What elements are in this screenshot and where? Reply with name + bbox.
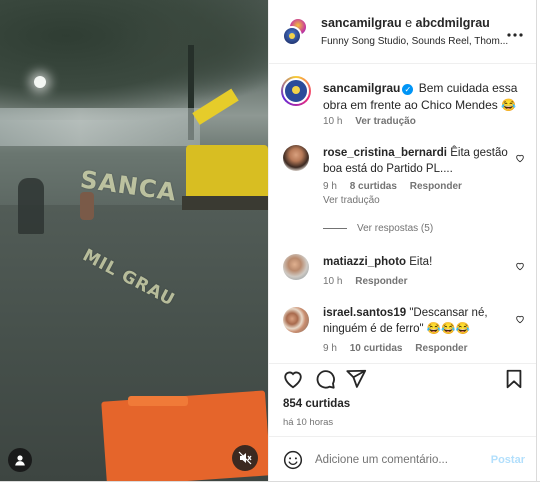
volume-muted-icon bbox=[238, 451, 252, 465]
avatar[interactable] bbox=[283, 145, 309, 171]
video-scene bbox=[34, 76, 46, 88]
more-horizontal-icon bbox=[507, 33, 523, 37]
caption-username[interactable]: sancamilgrau bbox=[323, 81, 400, 95]
heart-icon[interactable] bbox=[515, 153, 525, 163]
comment-likes[interactable]: 10 curtidas bbox=[350, 343, 403, 354]
comment-meta: 9 h 8 curtidas Responder bbox=[323, 181, 472, 192]
emoji-icon[interactable] bbox=[283, 450, 303, 470]
bookmark-icon[interactable] bbox=[503, 368, 525, 390]
avatar[interactable] bbox=[283, 254, 309, 280]
video-scene bbox=[186, 145, 268, 203]
action-bar bbox=[269, 363, 537, 391]
comment-input[interactable] bbox=[315, 449, 485, 471]
caption-meta: 10 h Ver tradução bbox=[323, 116, 416, 127]
comment-username[interactable]: matiazzi_photo bbox=[323, 256, 406, 268]
comment-text-block: rose_cristina_bernardi Êita gestão boa e… bbox=[323, 145, 511, 177]
mute-button[interactable] bbox=[232, 445, 258, 471]
audio-link[interactable]: Funny Song Studio, Sounds Reel, Thom... bbox=[321, 36, 508, 47]
post-panel: sancamilgrau e abcdmilgrau Funny Song St… bbox=[268, 0, 537, 481]
comment-likes[interactable]: 8 curtidas bbox=[350, 181, 397, 192]
comment-icon[interactable] bbox=[314, 368, 336, 390]
video-scene bbox=[0, 108, 200, 146]
share-icon[interactable] bbox=[345, 368, 367, 390]
see-translation-link[interactable]: Ver tradução bbox=[355, 116, 416, 127]
verified-badge-icon: ✓ bbox=[402, 84, 414, 95]
comment-text-block: matiazzi_photo Eita! bbox=[323, 254, 511, 270]
heart-icon[interactable] bbox=[282, 368, 304, 390]
heart-icon[interactable] bbox=[515, 261, 525, 271]
comment-time[interactable]: 9 h bbox=[323, 181, 337, 192]
comment-username[interactable]: israel.santos19 bbox=[323, 307, 406, 319]
post-button[interactable]: Postar bbox=[491, 454, 525, 466]
heart-icon[interactable] bbox=[515, 314, 525, 324]
reply-button[interactable]: Responder bbox=[410, 181, 462, 192]
comment-meta: 9 h 10 curtidas Responder bbox=[323, 343, 478, 354]
comment-text-block: israel.santos19 "Descansar né, ninguém é… bbox=[323, 305, 511, 337]
caption-time[interactable]: 10 h bbox=[323, 116, 342, 127]
comment-username[interactable]: rose_cristina_bernardi bbox=[323, 147, 447, 159]
view-replies-button[interactable]: Ver respostas (5) bbox=[323, 223, 433, 234]
comment-time[interactable]: 10 h bbox=[323, 276, 342, 287]
more-options-button[interactable] bbox=[507, 22, 523, 40]
window-edge bbox=[0, 481, 540, 488]
likes-count[interactable]: 854 curtidas bbox=[283, 398, 350, 410]
window-edge bbox=[536, 0, 540, 488]
comment-meta: 10 h Responder bbox=[323, 276, 417, 287]
post-authors: sancamilgrau e abcdmilgrau bbox=[321, 16, 490, 30]
reply-button[interactable]: Responder bbox=[415, 343, 467, 354]
tagged-users-button[interactable] bbox=[8, 448, 32, 472]
comment-time[interactable]: 9 h bbox=[323, 343, 337, 354]
post-video[interactable]: SANCA MIL GRAU bbox=[0, 0, 268, 481]
see-translation-link[interactable]: Ver tradução bbox=[323, 195, 380, 206]
user-icon bbox=[15, 455, 25, 466]
video-scene bbox=[80, 192, 94, 220]
post-timestamp[interactable]: há 10 horas bbox=[283, 417, 333, 428]
post-header: sancamilgrau e abcdmilgrau Funny Song St… bbox=[269, 0, 537, 64]
author-username[interactable]: sancamilgrau bbox=[321, 16, 402, 30]
video-scene bbox=[18, 178, 44, 234]
replies-divider bbox=[323, 228, 347, 229]
avatar bbox=[282, 26, 302, 46]
reply-button[interactable]: Responder bbox=[355, 276, 407, 287]
authors-joiner: e bbox=[401, 16, 416, 30]
collab-avatars[interactable] bbox=[282, 17, 312, 47]
video-scene bbox=[182, 196, 268, 210]
view-replies-label: Ver respostas (5) bbox=[357, 223, 434, 234]
caption-text-block: sancamilgrau ✓ Bem cuidada essa obra em f… bbox=[323, 80, 529, 114]
avatar[interactable] bbox=[281, 76, 311, 106]
author-username[interactable]: abcdmilgrau bbox=[416, 16, 490, 30]
comment-text: Eita! bbox=[409, 256, 433, 268]
video-scene bbox=[128, 396, 188, 406]
avatar[interactable] bbox=[283, 307, 309, 333]
add-comment-bar: Postar bbox=[269, 436, 537, 481]
